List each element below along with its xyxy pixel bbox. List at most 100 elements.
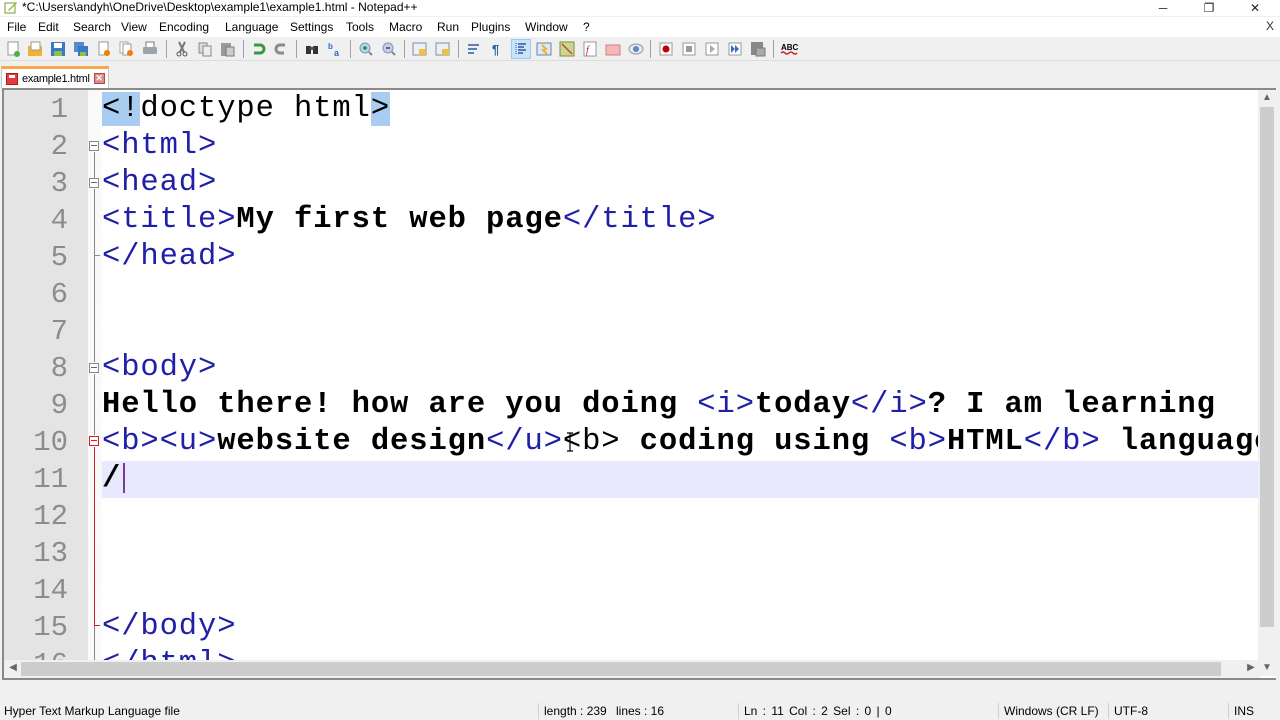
save-macro-icon xyxy=(751,42,766,57)
close-file-button[interactable] xyxy=(94,39,114,59)
function-list-button[interactable]: f xyxy=(580,39,600,59)
status-insert-mode: INS xyxy=(1234,704,1255,718)
sync-vertical-button[interactable] xyxy=(410,39,430,59)
run-macro-multiple-button[interactable] xyxy=(725,39,745,59)
line-number: 5 xyxy=(50,241,68,274)
fold-line xyxy=(94,626,95,662)
zoom-in-button[interactable] xyxy=(356,39,376,59)
folder-as-workspace-button[interactable] xyxy=(603,39,623,59)
restore-button[interactable]: ❐ xyxy=(1186,0,1232,16)
status-divider xyxy=(1228,703,1229,719)
html-tag-token: </head> xyxy=(102,240,237,274)
code-line[interactable]: / xyxy=(102,461,126,498)
save-all-button[interactable] xyxy=(71,39,91,59)
fold-line xyxy=(94,152,95,178)
minimize-button[interactable]: ─ xyxy=(1140,0,1186,16)
menu-view[interactable]: View xyxy=(121,19,147,35)
undo-icon xyxy=(254,43,266,55)
horizontal-scroll-thumb[interactable] xyxy=(21,662,1221,676)
menu-macro[interactable]: Macro xyxy=(389,19,422,35)
cut-button[interactable] xyxy=(172,39,192,59)
status-length: length : 239 xyxy=(544,704,607,718)
tab-example1-html[interactable]: example1.html ✕ xyxy=(1,66,109,88)
text-token: coding using xyxy=(620,425,890,459)
scroll-up-icon[interactable]: ▲ xyxy=(1258,92,1276,103)
scroll-down-icon[interactable]: ▼ xyxy=(1258,662,1276,673)
document-map-button[interactable] xyxy=(557,39,577,59)
vertical-scrollbar[interactable]: ▲ ▼ xyxy=(1258,90,1276,676)
user-defined-language-button[interactable] xyxy=(534,39,554,59)
replace-button[interactable]: ba xyxy=(325,39,345,59)
find-button[interactable] xyxy=(302,39,322,59)
indent-guide-button[interactable] xyxy=(511,39,531,59)
menu-tools[interactable]: Tools xyxy=(346,19,374,35)
code-line[interactable]: <b><u>website design</u> <b> coding using… xyxy=(102,424,1276,461)
stop-macro-button[interactable] xyxy=(679,39,699,59)
stop-icon xyxy=(682,42,696,56)
fold-toggle-head[interactable] xyxy=(89,178,99,188)
zoom-out-icon xyxy=(382,42,396,56)
tab-close-icon[interactable]: ✕ xyxy=(93,73,105,84)
new-file-icon xyxy=(7,41,20,57)
scroll-right-icon[interactable]: ▶ xyxy=(1242,662,1260,673)
code-line[interactable]: <!doctype html> xyxy=(102,91,391,128)
show-all-characters-button[interactable]: ¶ xyxy=(487,39,507,59)
brace-match-token: > xyxy=(370,92,391,126)
new-file-button[interactable] xyxy=(3,39,23,59)
fold-toggle-body[interactable] xyxy=(89,363,99,373)
spell-check-button[interactable]: ABC xyxy=(779,39,799,59)
paste-button[interactable] xyxy=(217,39,237,59)
text-caret xyxy=(123,462,126,493)
copy-button[interactable] xyxy=(195,39,215,59)
sync-horizontal-icon xyxy=(435,42,450,56)
code-line[interactable]: </head> xyxy=(102,239,236,276)
text-token: My first web page xyxy=(236,203,563,237)
text-token: website design xyxy=(217,425,487,459)
save-button[interactable] xyxy=(48,39,68,59)
close-all-button[interactable] xyxy=(117,39,137,59)
sync-horizontal-button[interactable] xyxy=(433,39,453,59)
scroll-left-icon[interactable]: ◀ xyxy=(4,662,22,673)
menu-file[interactable]: File xyxy=(7,19,26,35)
record-macro-button[interactable] xyxy=(656,39,676,59)
close-window-button[interactable]: ✕ xyxy=(1232,0,1278,16)
vertical-scroll-thumb[interactable] xyxy=(1260,107,1274,627)
play-macro-button[interactable] xyxy=(702,39,722,59)
line-number: 3 xyxy=(50,167,68,200)
menu-encoding[interactable]: Encoding xyxy=(159,19,209,35)
html-tag-token: <i> xyxy=(697,388,755,422)
monitoring-button[interactable] xyxy=(626,39,646,59)
menu-plugins[interactable]: Plugins xyxy=(471,19,510,35)
menu-settings[interactable]: Settings xyxy=(290,19,333,35)
toolbar-separator xyxy=(650,40,651,58)
menu-window[interactable]: Window xyxy=(525,19,568,35)
undo-button[interactable] xyxy=(248,39,268,59)
code-line[interactable]: <title>My first web page</title> xyxy=(102,202,717,239)
line-number: 6 xyxy=(50,278,68,311)
zoom-out-button[interactable] xyxy=(379,39,399,59)
menu-language[interactable]: Language xyxy=(225,19,278,35)
print-button[interactable] xyxy=(140,39,160,59)
unsaved-file-icon xyxy=(6,72,18,85)
menu-help[interactable]: ? xyxy=(583,19,590,35)
menu-run[interactable]: Run xyxy=(437,19,459,35)
code-line[interactable]: <html> xyxy=(102,128,217,165)
code-line[interactable]: <head> xyxy=(102,165,217,202)
code-line[interactable]: Hello there! how are you doing <i>today<… xyxy=(102,387,1216,424)
word-wrap-button[interactable] xyxy=(464,39,484,59)
record-icon xyxy=(659,42,673,56)
close-document-button[interactable]: X xyxy=(1266,19,1274,33)
fold-toggle-b[interactable] xyxy=(89,436,99,446)
open-file-button[interactable] xyxy=(25,39,45,59)
menu-edit[interactable]: Edit xyxy=(38,19,59,35)
fold-toggle-html[interactable] xyxy=(89,141,99,151)
status-file-type: Hyper Text Markup Language file xyxy=(4,704,180,718)
code-editor[interactable]: 1 <!doctype html> 2 <html> 3 <head> 4 <title>My… xyxy=(2,88,1276,680)
save-macro-button[interactable] xyxy=(748,39,768,59)
copy-icon xyxy=(198,42,212,57)
code-line[interactable]: </body> xyxy=(102,609,236,646)
menu-search[interactable]: Search xyxy=(73,19,111,35)
redo-button[interactable] xyxy=(271,39,291,59)
horizontal-scrollbar[interactable]: ◀ ▶ xyxy=(4,660,1260,678)
code-line[interactable]: <body> xyxy=(102,350,217,387)
